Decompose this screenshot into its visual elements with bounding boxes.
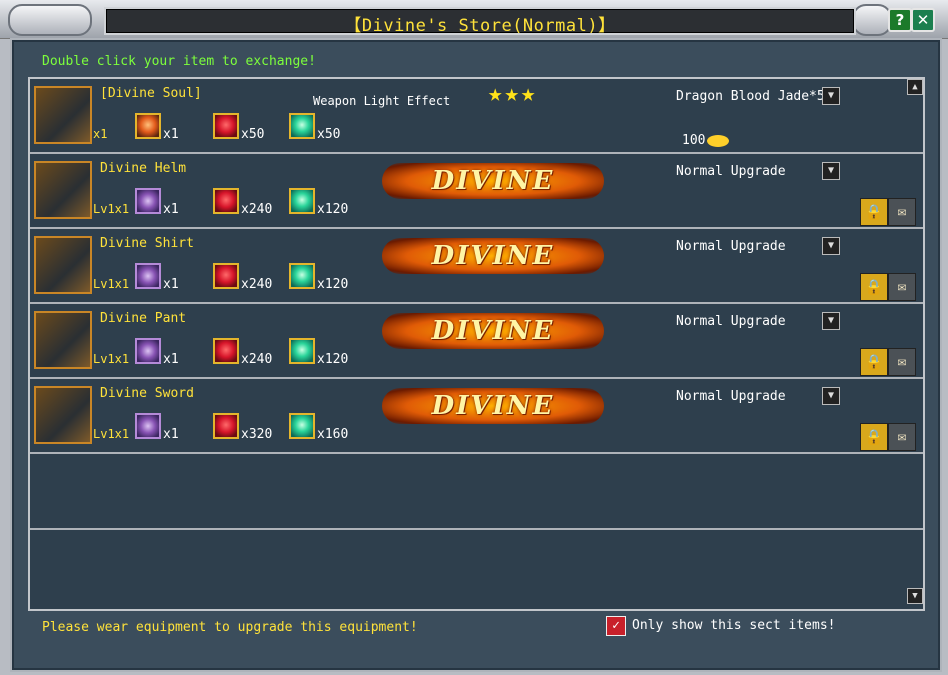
price-value: 100 (682, 133, 706, 148)
item-level: Lv1x1 (93, 202, 130, 216)
divine-banner: DIVINE (382, 313, 604, 349)
divine-banner: DIVINE (382, 163, 604, 199)
material-icon (213, 413, 239, 439)
sect-filter-checkbox[interactable]: ✓ (606, 616, 626, 636)
upgrade-dropdown-button[interactable]: ▼ (822, 162, 840, 180)
item-row[interactable]: Divine Helm Lv1x1 x1 x240 x120 DIVINE Normal U… (30, 154, 923, 229)
lock-icon[interactable]: 🔒 (860, 273, 888, 301)
upgrade-type: Normal Upgrade (676, 389, 786, 404)
window-title: 【Divine's Store(Normal)】 (344, 16, 616, 36)
upgrade-dropdown-button[interactable]: ▼ (822, 312, 840, 330)
jade-requirement: Dragon Blood Jade*50 (676, 89, 833, 104)
material-quantity: x160 (317, 427, 349, 442)
exchange-hint: Double click your item to exchange! (42, 54, 316, 69)
upgrade-type: Normal Upgrade (676, 314, 786, 329)
gold-ingot-icon (707, 134, 730, 147)
footer-message: Please wear equipment to upgrade this eq… (42, 620, 418, 635)
material-quantity: x50 (241, 127, 265, 142)
material-icon (289, 338, 315, 364)
item-row[interactable]: [Divine Soul] x1 x1 x50 x50 Weapon Light Effe… (30, 79, 923, 154)
material-quantity: x120 (317, 352, 349, 367)
item-row[interactable]: Divine Sword Lv1x1 x1 x320 x160 DIVINE Normal … (30, 379, 923, 454)
item-name: Divine Sword (100, 386, 194, 401)
banner-text: DIVINE (431, 316, 555, 346)
upgrade-dropdown-button[interactable]: ▼ (822, 387, 840, 405)
star-rating: ★★★ (488, 79, 538, 107)
material-quantity: x240 (241, 202, 273, 217)
scroll-icon[interactable]: ✉ (888, 198, 916, 226)
scroll-ornament-right (852, 4, 892, 36)
material-quantity: x240 (241, 277, 273, 292)
upgrade-type: Normal Upgrade (676, 164, 786, 179)
item-name: Divine Helm (100, 161, 187, 176)
banner-text: DIVINE (431, 391, 555, 421)
item-name: Divine Shirt (100, 236, 194, 251)
sect-filter-label[interactable]: Only show this sect items! (632, 618, 836, 633)
scroll-icon[interactable]: ✉ (888, 423, 916, 451)
item-level: Lv1x1 (93, 427, 130, 441)
material-icon (213, 188, 239, 214)
item-icon[interactable] (34, 386, 92, 444)
material-icon (135, 188, 161, 214)
effect-label: Weapon Light Effect (313, 94, 451, 108)
lock-icon[interactable]: 🔒 (860, 423, 888, 451)
lock-icon[interactable]: 🔒 (860, 198, 888, 226)
dropdown-arrow-icon[interactable]: ▼ (822, 87, 840, 105)
material-quantity: x50 (317, 127, 341, 142)
scroll-icon[interactable]: ✉ (888, 348, 916, 376)
material-quantity: x120 (317, 277, 349, 292)
material-icon (289, 413, 315, 439)
upgrade-dropdown-button[interactable]: ▼ (822, 237, 840, 255)
material-icon (135, 113, 161, 139)
material-icon (289, 113, 315, 139)
banner-text: DIVINE (431, 241, 555, 271)
close-button[interactable]: ✕ (911, 8, 935, 32)
upgrade-type: Normal Upgrade (676, 239, 786, 254)
material-quantity: x240 (241, 352, 273, 367)
empty-row[interactable] (30, 530, 923, 605)
lock-icon[interactable]: 🔒 (860, 348, 888, 376)
scroll-up-button[interactable]: ▲ (907, 79, 923, 95)
material-icon (135, 338, 161, 364)
item-icon[interactable] (34, 86, 92, 144)
material-quantity: x1 (163, 127, 179, 142)
scroll-icon[interactable]: ✉ (888, 273, 916, 301)
material-icon (213, 338, 239, 364)
item-level: Lv1x1 (93, 352, 130, 366)
material-quantity: x120 (317, 202, 349, 217)
item-icon[interactable] (34, 311, 92, 369)
help-button[interactable]: ? (888, 8, 912, 32)
material-icon (135, 263, 161, 289)
material-icon (289, 263, 315, 289)
item-name: Divine Pant (100, 311, 187, 326)
banner-text: DIVINE (431, 166, 555, 196)
title-bar[interactable]: 【Divine's Store(Normal)】 ? ✕ (0, 0, 948, 39)
item-row[interactable]: Divine Shirt Lv1x1 x1 x240 x120 DIVINE Normal … (30, 229, 923, 304)
material-icon (213, 263, 239, 289)
store-panel: Double click your item to exchange! [Div… (10, 38, 942, 672)
item-icon[interactable] (34, 236, 92, 294)
material-quantity: x1 (163, 277, 179, 292)
empty-row[interactable] (30, 454, 923, 530)
material-quantity: x1 (163, 352, 179, 367)
item-list[interactable]: [Divine Soul] x1 x1 x50 x50 Weapon Light Effe… (28, 77, 925, 611)
material-icon (289, 188, 315, 214)
divine-banner: DIVINE (382, 388, 604, 424)
title-plate: 【Divine's Store(Normal)】 (104, 7, 856, 36)
material-quantity: x1 (163, 202, 179, 217)
item-level: Lv1x1 (93, 277, 130, 291)
store-window: 【Divine's Store(Normal)】 ? ✕ Double clic… (0, 0, 948, 675)
material-icon (135, 413, 161, 439)
divine-banner: DIVINE (382, 238, 604, 274)
item-icon[interactable] (34, 161, 92, 219)
material-quantity: x1 (163, 427, 179, 442)
price: 100 (682, 133, 730, 148)
material-quantity: x320 (241, 427, 273, 442)
item-row[interactable]: Divine Pant Lv1x1 x1 x240 x120 DIVINE Normal U… (30, 304, 923, 379)
item-level: x1 (93, 127, 108, 141)
scroll-ornament-left (8, 4, 92, 36)
scroll-down-button[interactable]: ▼ (907, 588, 923, 604)
material-icon (213, 113, 239, 139)
item-name: [Divine Soul] (100, 86, 202, 101)
